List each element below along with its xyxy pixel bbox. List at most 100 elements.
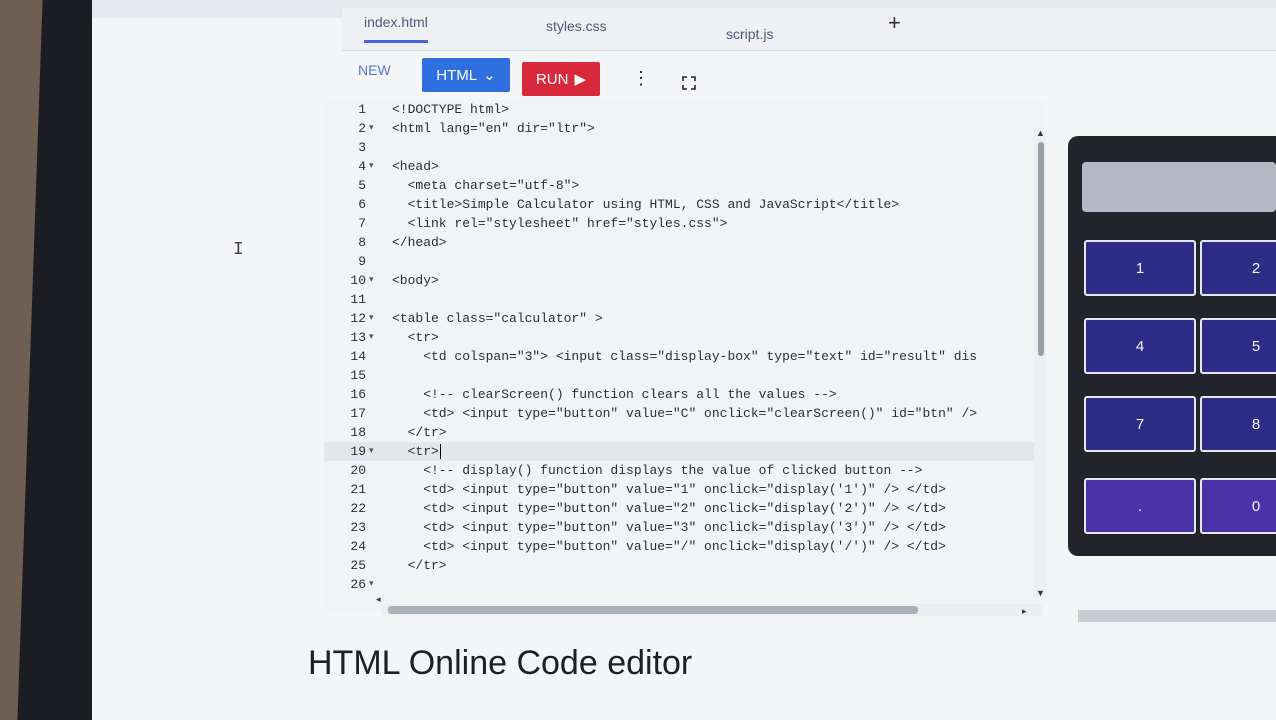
fullscreen-icon[interactable] — [682, 76, 696, 90]
run-label: RUN — [535, 70, 569, 88]
code-text: <html lang="en" dir="ltr"> — [392, 121, 595, 136]
fold-arrow-icon[interactable]: ▾ — [369, 119, 374, 138]
line-number: 11 — [350, 292, 366, 307]
chevron-down-icon: ⌄ — [483, 67, 496, 84]
calc-key-4[interactable]: 4 — [1084, 318, 1196, 374]
code-line[interactable]: 6 <title>Simple Calculator using HTML, C… — [324, 195, 1046, 214]
line-number: 15 — [350, 368, 366, 383]
code-line[interactable]: 23 <td> <input type="button" value="3" o… — [324, 518, 1046, 537]
line-number: 21 — [350, 482, 366, 497]
line-number: 3 — [358, 140, 366, 155]
code-line[interactable]: 21 <td> <input type="button" value="1" o… — [324, 480, 1046, 499]
code-line[interactable]: 16 <!-- clearScreen() function clears al… — [324, 385, 1046, 404]
horizontal-scroll-thumb[interactable] — [388, 606, 918, 614]
file-tab-bar: index.html styles.css script.js + — [342, 8, 1276, 51]
code-line[interactable]: 3 — [324, 138, 1046, 157]
code-text: <!-- clearScreen() function clears all t… — [392, 387, 837, 402]
tab-script-js[interactable]: script.js — [726, 26, 773, 42]
calc-key-2[interactable]: 2 — [1200, 240, 1276, 296]
fold-arrow-icon[interactable]: ▾ — [369, 157, 374, 176]
code-text: <title>Simple Calculator using HTML, CSS… — [392, 197, 900, 212]
code-line[interactable]: 26 ▾ — [324, 575, 1046, 594]
code-text: <tr> — [392, 444, 439, 459]
code-text: <!-- display() function displays the val… — [392, 463, 923, 478]
code-text: <link rel="stylesheet" href="styles.css"… — [392, 216, 728, 231]
line-number: 19 — [350, 444, 366, 459]
code-line[interactable]: 20 <!-- display() function displays the … — [324, 461, 1046, 480]
code-line[interactable]: 2 ▾ <html lang="en" dir="ltr"> — [324, 119, 1046, 138]
code-text: <td colspan="3"> <input class="display-b… — [392, 349, 978, 364]
calculator-display[interactable] — [1082, 162, 1276, 212]
fold-arrow-icon[interactable]: ▾ — [369, 328, 374, 347]
code-text: <td> <input type="button" value="1" oncl… — [392, 482, 946, 497]
line-number: 26 — [350, 577, 366, 592]
code-line[interactable]: 22 <td> <input type="button" value="2" o… — [324, 499, 1046, 518]
line-number: 22 — [350, 501, 366, 516]
code-line[interactable]: 11 — [324, 290, 1046, 309]
line-number: 25 — [350, 558, 366, 573]
code-line[interactable]: 8 </head> — [324, 233, 1046, 252]
calc-key-1[interactable]: 1 — [1084, 240, 1196, 296]
scroll-down-arrow-icon[interactable]: ▼ — [1036, 588, 1045, 598]
screen: index.html styles.css script.js + NEW HT… — [92, 0, 1276, 720]
code-line[interactable]: 4 ▾ <head> — [324, 157, 1046, 176]
scroll-right-arrow-icon[interactable]: ▸ — [1022, 606, 1027, 617]
code-editor[interactable]: 1 <!DOCTYPE html> 2 ▾ <html lang="en" dir="l… — [324, 100, 1046, 612]
add-tab-button[interactable]: + — [888, 10, 901, 36]
line-number: 17 — [350, 406, 366, 421]
scroll-left-arrow-icon[interactable]: ◂ — [376, 594, 381, 605]
new-button[interactable]: NEW — [358, 62, 391, 78]
code-line[interactable]: 24 <td> <input type="button" value="/" o… — [324, 537, 1046, 556]
tab-index-html[interactable]: index.html — [364, 14, 428, 43]
code-line[interactable]: 1 <!DOCTYPE html> — [324, 100, 1046, 119]
calc-key-8[interactable]: 8 — [1200, 396, 1276, 452]
preview-horizontal-scrollbar[interactable] — [1078, 610, 1276, 622]
line-number: 13 — [350, 330, 366, 345]
code-text: <head> — [392, 159, 439, 174]
line-number: 6 — [358, 197, 366, 212]
fold-arrow-icon[interactable]: ▾ — [369, 271, 374, 290]
calc-key-0[interactable]: 0 — [1200, 478, 1276, 534]
line-number: 24 — [350, 539, 366, 554]
code-line[interactable]: 18 </tr> — [324, 423, 1046, 442]
code-line[interactable]: 9 — [324, 252, 1046, 271]
code-line[interactable]: 17 <td> <input type="button" value="C" o… — [324, 404, 1046, 423]
code-text: <table class="calculator" > — [392, 311, 603, 326]
code-line[interactable]: 7 <link rel="stylesheet" href="styles.cs… — [324, 214, 1046, 233]
line-number: 2 — [358, 121, 366, 136]
code-line[interactable]: 12 ▾ <table class="calculator" > — [324, 309, 1046, 328]
code-line[interactable]: 25 </tr> — [324, 556, 1046, 575]
code-text: <tr> — [392, 330, 439, 345]
line-number: 9 — [358, 254, 366, 269]
calc-key-7[interactable]: 7 — [1084, 396, 1196, 452]
text-cursor — [440, 444, 441, 459]
run-button[interactable]: RUN ▶ — [522, 62, 600, 96]
language-label: HTML — [436, 66, 478, 84]
code-text: <meta charset="utf-8"> — [392, 178, 580, 193]
code-text: <body> — [392, 273, 439, 288]
editor-toolbar: NEW HTML ⌄ RUN ▶ ⋮ — [342, 52, 1042, 102]
line-number: 8 — [358, 235, 366, 250]
fold-arrow-icon[interactable]: ▾ — [369, 442, 374, 461]
code-line[interactable]: 13 ▾ <tr> — [324, 328, 1046, 347]
calc-key-dot[interactable]: . — [1084, 478, 1196, 534]
code-line[interactable]: 5 <meta charset="utf-8"> — [324, 176, 1046, 195]
line-number: 20 — [350, 463, 366, 478]
kebab-menu-icon[interactable]: ⋮ — [632, 68, 650, 89]
scroll-up-arrow-icon[interactable]: ▲ — [1036, 128, 1045, 138]
line-number: 14 — [350, 349, 366, 364]
fold-arrow-icon[interactable]: ▾ — [369, 575, 374, 594]
calc-key-5[interactable]: 5 — [1200, 318, 1276, 374]
line-number: 4 — [358, 159, 366, 174]
code-line[interactable]: 14 <td colspan="3"> <input class="displa… — [324, 347, 1046, 366]
line-number: 18 — [350, 425, 366, 440]
fold-arrow-icon[interactable]: ▾ — [369, 309, 374, 328]
tab-styles-css[interactable]: styles.css — [546, 18, 607, 34]
code-line[interactable]: 15 — [324, 366, 1046, 385]
code-line[interactable]: 19 ▾ <tr> — [324, 442, 1046, 461]
code-line[interactable]: 10 ▾ <body> — [324, 271, 1046, 290]
language-select-button[interactable]: HTML ⌄ — [422, 58, 510, 92]
page-title: HTML Online Code editor — [308, 644, 693, 682]
vertical-scroll-thumb[interactable] — [1038, 142, 1044, 356]
line-number: 12 — [350, 311, 366, 326]
